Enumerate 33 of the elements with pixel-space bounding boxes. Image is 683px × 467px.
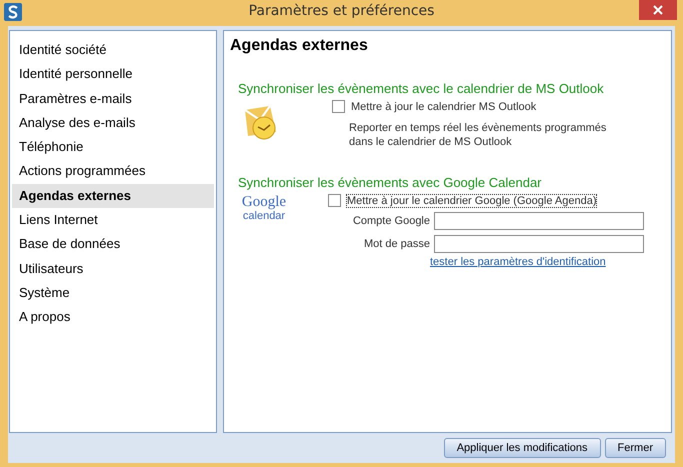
sidebar-item[interactable]: Système	[12, 280, 214, 306]
sidebar-item[interactable]: Actions programmées	[12, 159, 214, 184]
sidebar-item[interactable]: A propos	[12, 305, 214, 330]
checkbox[interactable]	[328, 194, 341, 207]
window-title: Paramètres et préférences	[248, 3, 436, 19]
sidebar-item[interactable]: Téléphonie	[12, 135, 214, 160]
sidebar-item[interactable]: Identité personnelle	[12, 62, 214, 87]
close-dialog-button[interactable]: Fermer	[604, 438, 666, 458]
section-heading: Synchroniser les évènements avec Google Calendar	[238, 175, 543, 190]
test-link[interactable]: tester les paramètres d'identification	[430, 256, 644, 268]
checkbox[interactable]	[332, 100, 345, 113]
sidebar-item[interactable]: Agendas externes	[12, 184, 214, 208]
field-label: Compte Google	[352, 215, 430, 227]
sidebar-item[interactable]: Paramètres e-mails	[12, 86, 214, 111]
logo-subtitle: calendar	[242, 210, 286, 222]
sidebar-item[interactable]: Liens Internet	[12, 208, 214, 232]
sidebar-item[interactable]: Utilisateurs	[12, 256, 214, 281]
close-icon	[653, 5, 663, 15]
sidebar-item[interactable]: Base de données	[12, 232, 214, 257]
apply-button[interactable]: Appliquer les modifications	[444, 438, 601, 458]
input-field[interactable]	[434, 235, 644, 253]
sidebar-item[interactable]: Identité société	[12, 38, 214, 62]
close-button[interactable]	[639, 0, 677, 20]
sidebar-item[interactable]: Analyse des e-mails	[12, 110, 214, 136]
google-checkbox[interactable]: Mettre à jour le calendrier Google (Google Agenda)	[328, 194, 644, 207]
panel-title: Agendas externes	[230, 37, 369, 55]
input-field[interactable]	[434, 212, 644, 230]
outlook-checkbox[interactable]: Mettre à jour le calendrier MS Outlook	[332, 100, 609, 113]
app-logo-icon	[4, 3, 22, 21]
logo-wordmark: Google	[242, 194, 286, 210]
field-label: Mot de passe	[364, 238, 430, 250]
section-heading: Synchroniser les évènements avec le calendrier de MS Outlook	[238, 81, 605, 96]
description-text: Reporter en temps réel les évènements programmés dans le calendrier de MS Outlook	[349, 121, 608, 149]
